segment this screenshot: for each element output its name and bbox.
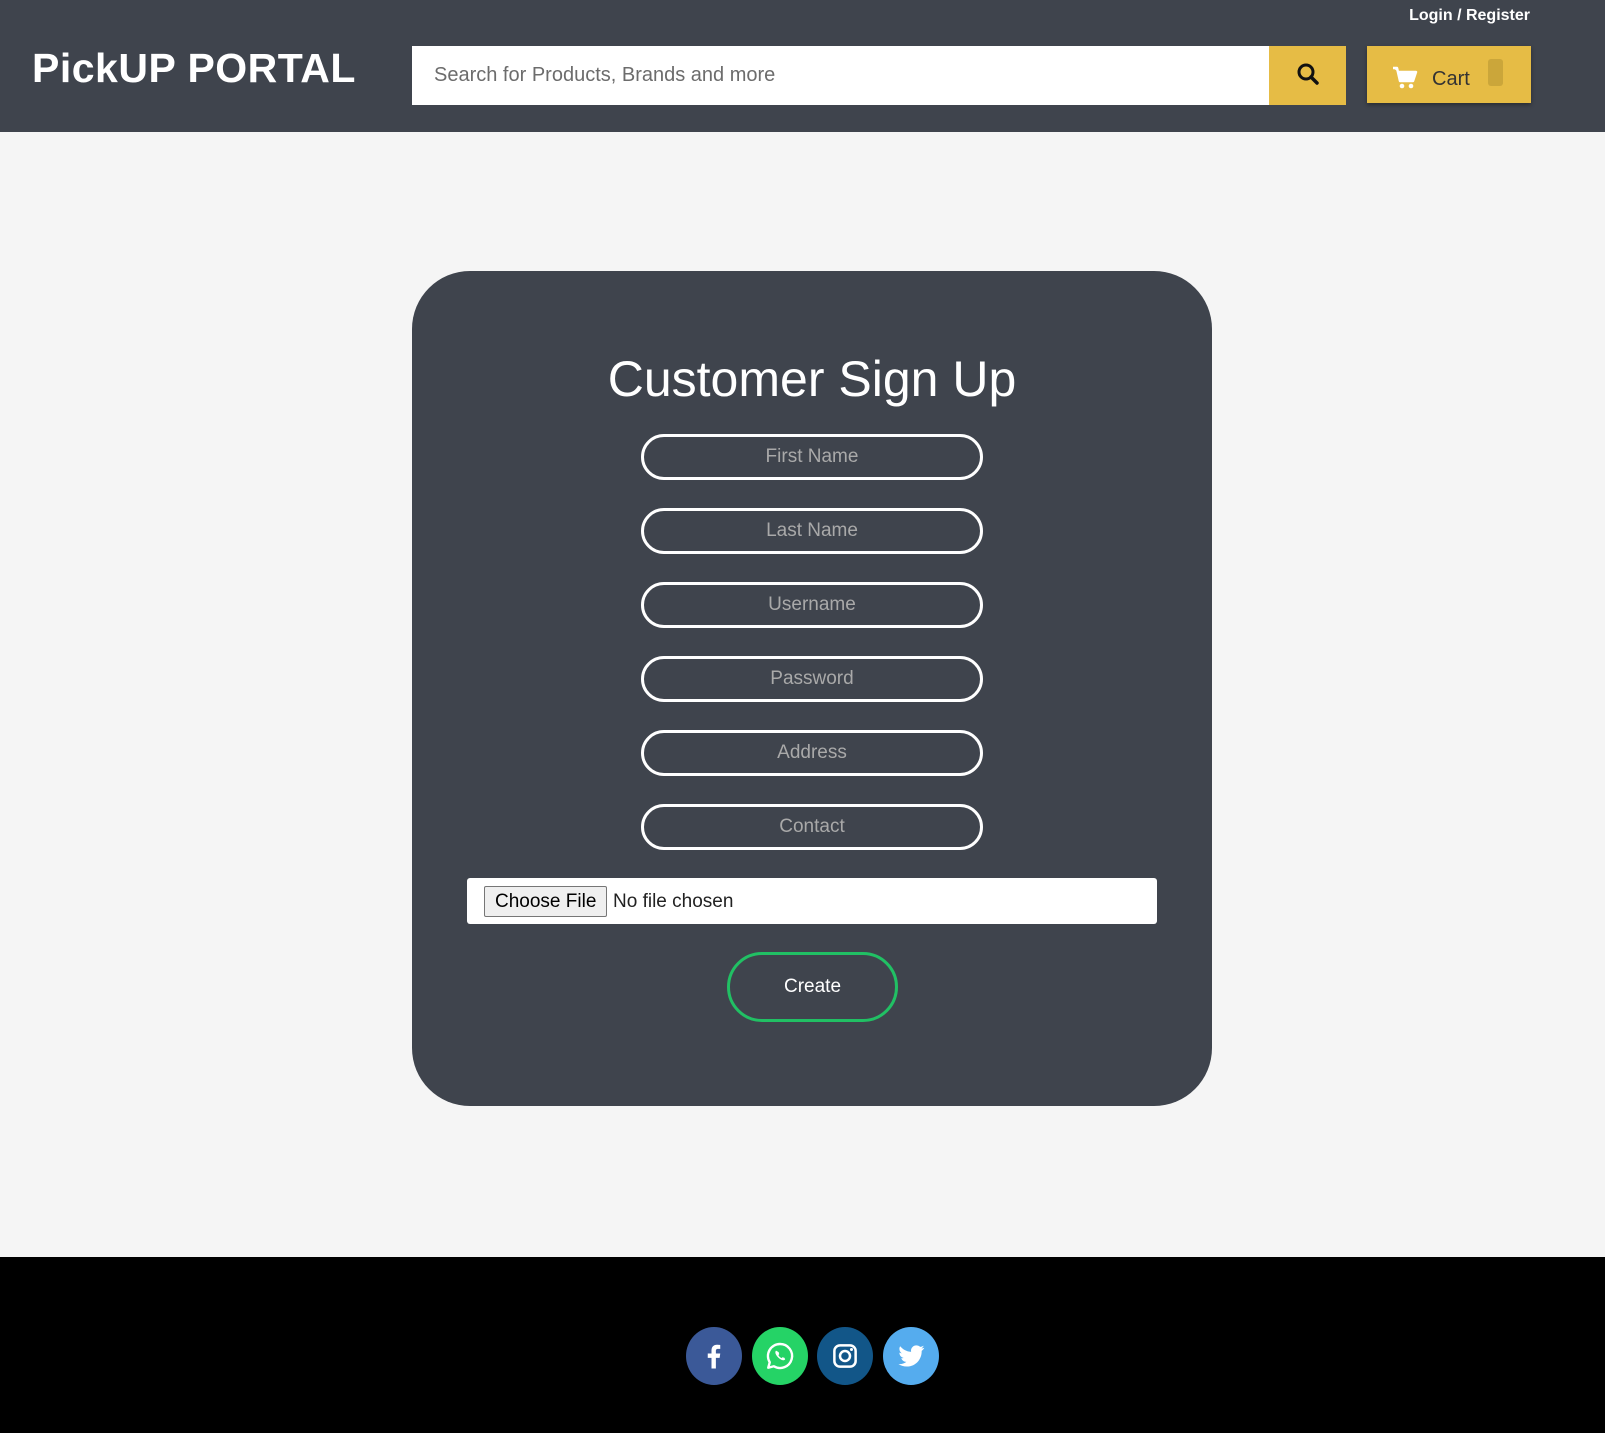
file-status-text: No file chosen <box>613 891 734 912</box>
search-input[interactable] <box>412 46 1269 105</box>
cart-button[interactable]: Cart <box>1367 46 1531 103</box>
file-input: Choose File No file chosen <box>467 878 1157 924</box>
signup-card: Customer Sign Up Choose File No file cho… <box>412 271 1212 1106</box>
choose-file-button[interactable]: Choose File <box>484 886 608 917</box>
instagram-icon[interactable] <box>817 1327 873 1385</box>
login-register-link[interactable]: Login / Register <box>1409 6 1530 26</box>
twitter-icon[interactable] <box>883 1327 939 1385</box>
cart-label: Cart <box>1432 68 1470 90</box>
search-bar <box>412 46 1346 105</box>
search-button[interactable] <box>1269 46 1346 105</box>
facebook-icon[interactable] <box>686 1327 742 1385</box>
header: Login / Register PickUP PORTAL Search fo… <box>0 0 1605 132</box>
password-field[interactable] <box>641 656 983 702</box>
first-name-field[interactable] <box>641 434 983 480</box>
page: Login / Register PickUP PORTAL Search fo… <box>0 0 1605 1433</box>
username-field[interactable] <box>641 582 983 628</box>
footer <box>0 1257 1605 1433</box>
create-button[interactable]: Create <box>727 952 898 1022</box>
cart-icon <box>1392 66 1418 93</box>
contact-field[interactable] <box>641 804 983 850</box>
whatsapp-icon[interactable] <box>752 1327 808 1385</box>
cart-count-badge <box>1488 59 1503 86</box>
address-field[interactable] <box>641 730 983 776</box>
last-name-field[interactable] <box>641 508 983 554</box>
page-title: Customer Sign Up <box>607 351 1017 407</box>
search-icon <box>1296 62 1320 89</box>
site-logo: PickUP PORTAL <box>32 45 356 91</box>
